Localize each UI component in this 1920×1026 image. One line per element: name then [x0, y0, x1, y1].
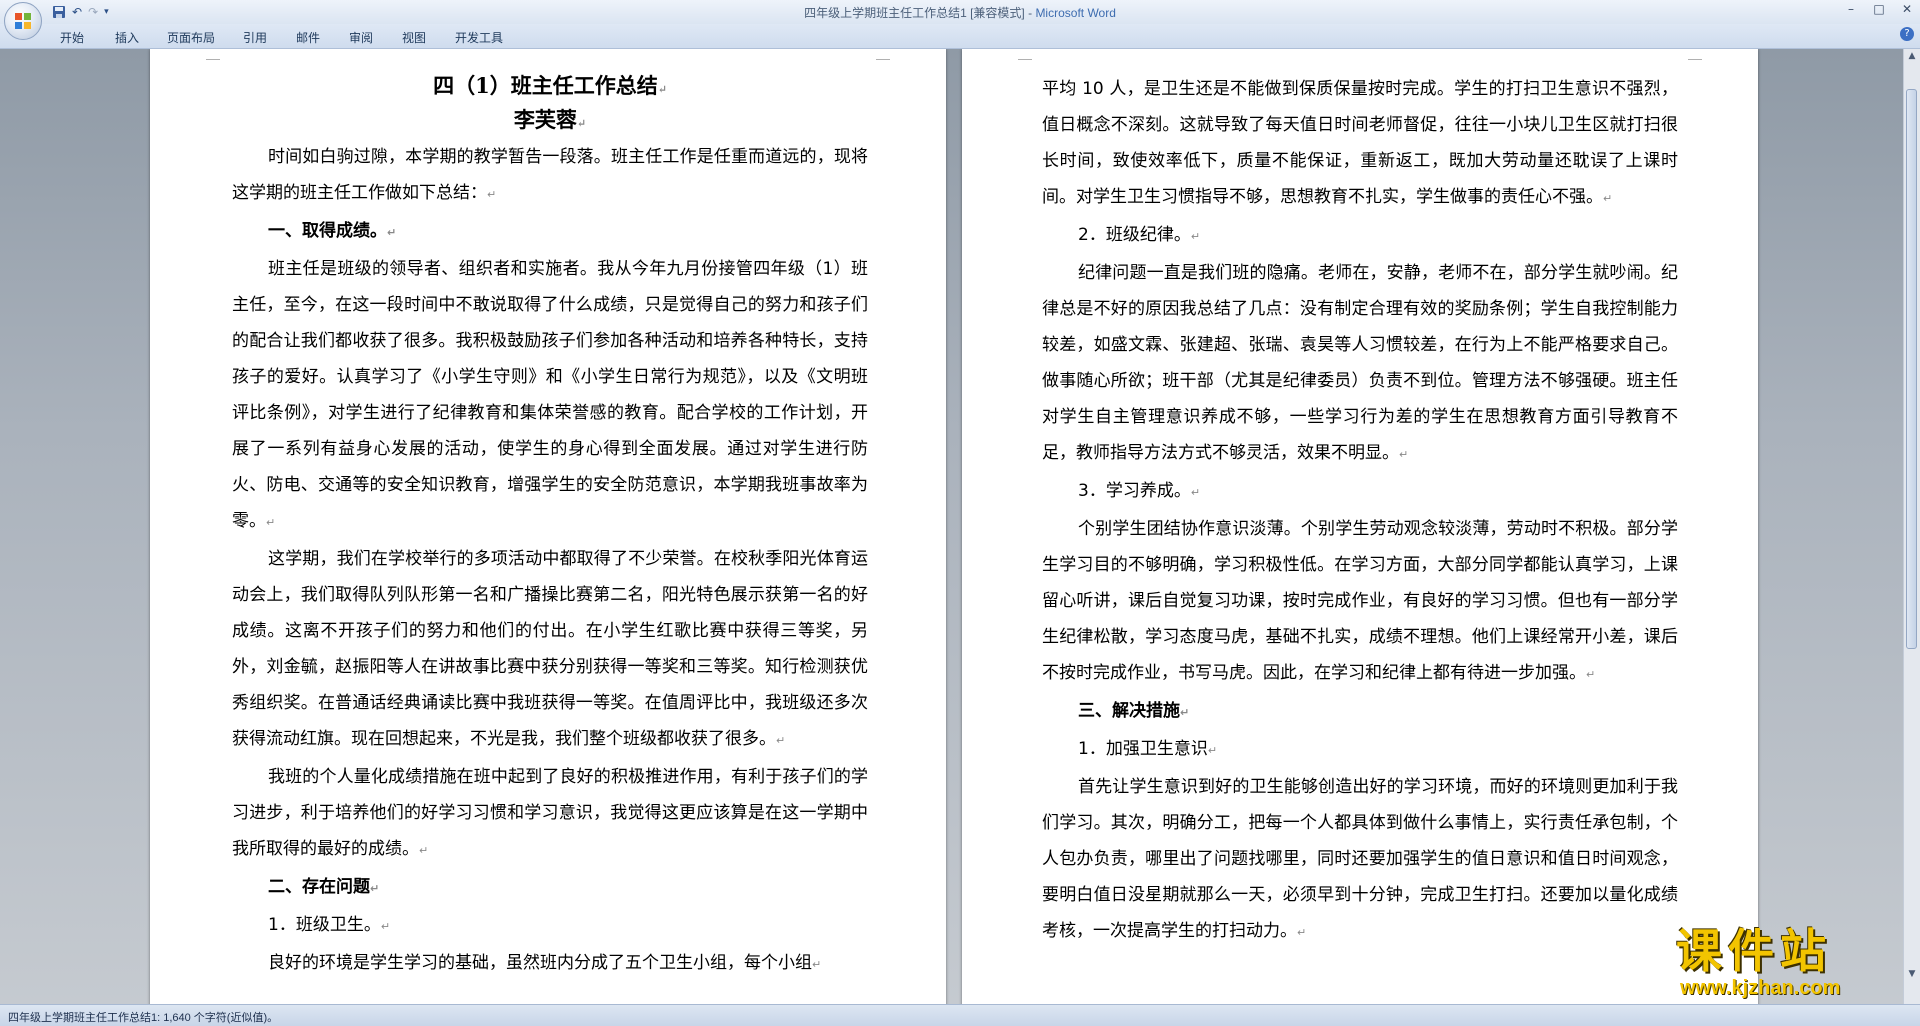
tab-references[interactable]: 引用 [243, 29, 267, 46]
status-bar: 四年级上学期班主任工作总结1: 1,640 个字符(近似值)。 [0, 1004, 1920, 1026]
left-page-paragraphs: 时间如白驹过隙，本学期的教学暂告一段落。班主任工作是任重而道远的，现将这学期的班… [232, 139, 868, 983]
paragraph-text: 三、解决措施 [1078, 701, 1180, 721]
paragraph-text: 一、取得成绩。 [268, 221, 387, 241]
paragraph: 班主任是班级的领导者、组织者和实施者。我从今年九月份接管四年级（1）班主任，至今… [232, 251, 868, 541]
paragraph-text: 1．加强卫生意识 [1078, 739, 1208, 759]
app-name: Microsoft Word [1035, 6, 1116, 20]
paragraph-text: 班主任是班级的领导者、组织者和实施者。我从今年九月份接管四年级（1）班主任，至今… [232, 259, 868, 531]
paragraph-text: 良好的环境是学生学习的基础，虽然班内分成了五个卫生小组，每个小组 [268, 953, 812, 973]
paragraph-text: 首先让学生意识到好的卫生能够创造出好的学习环境，而好的环境则更加利于我们学习。其… [1042, 777, 1678, 941]
paragraph-text: 2．班级纪律。 [1078, 225, 1191, 245]
paragraph: 这学期，我们在学校举行的多项活动中都取得了不少荣誉。在校秋季阳光体育运动会上，我… [232, 541, 868, 759]
title-bar: ↶ ↷ ▾ 四年级上学期班主任工作总结1 [兼容模式] - Microsoft … [0, 0, 1920, 40]
paragraph-mark-icon: ↵ [812, 958, 822, 971]
section-heading: 三、解决措施↵ [1042, 693, 1678, 731]
office-button[interactable] [4, 2, 42, 40]
left-page-content[interactable]: 四（1）班主任工作总结↵ 李芙蓉↵ 时间如白驹过隙，本学期的教学暂告一段落。班主… [232, 71, 868, 983]
paragraph-mark-icon: ↵ [387, 226, 397, 239]
paragraph-text: 我班的个人量化成绩措施在班中起到了良好的积极推进作用，有利于孩子们的学习进步，利… [232, 767, 868, 859]
page-left[interactable]: 四（1）班主任工作总结↵ 李芙蓉↵ 时间如白驹过隙，本学期的教学暂告一段落。班主… [150, 49, 946, 1004]
paragraph-mark-icon: ↵ [1603, 192, 1613, 205]
tab-mailings[interactable]: 邮件 [296, 29, 320, 46]
section-heading: 1．班级卫生。↵ [232, 907, 868, 945]
tab-review[interactable]: 审阅 [349, 29, 373, 46]
right-page-paragraphs: 平均 10 人，是卫生还是不能做到保质保量按时完成。学生的打扫卫生意识不强烈，值… [1042, 71, 1678, 951]
section-heading: 2．班级纪律。↵ [1042, 217, 1678, 255]
document-title-heading: 四（1）班主任工作总结↵ [433, 73, 667, 98]
tab-insert[interactable]: 插入 [115, 29, 139, 46]
document-area[interactable]: 四（1）班主任工作总结↵ 李芙蓉↵ 时间如白驹过隙，本学期的教学暂告一段落。班主… [0, 49, 1904, 1004]
paragraph-mark-icon: ↵ [266, 516, 276, 529]
paragraph-mark-icon: ↵ [1190, 230, 1201, 243]
paragraph: 平均 10 人，是卫生还是不能做到保质保量按时完成。学生的打扫卫生意识不强烈，值… [1042, 71, 1678, 217]
paragraph-text: 3．学习养成。 [1078, 481, 1191, 501]
paragraph: 首先让学生意识到好的卫生能够创造出好的学习环境，而好的环境则更加利于我们学习。其… [1042, 769, 1678, 951]
paragraph-mark-icon: ↵ [487, 188, 497, 201]
window-title: 四年级上学期班主任工作总结1 [兼容模式] - Microsoft Word [0, 4, 1920, 21]
close-button[interactable]: ✕ [1900, 2, 1914, 16]
scrollbar-thumb[interactable] [1906, 89, 1917, 649]
paragraph-mark-icon: ↵ [380, 920, 391, 933]
paragraph-text: 二、存在问题 [268, 877, 370, 897]
paragraph-text: 时间如白驹过隙，本学期的教学暂告一段落。班主任工作是任重而道远的，现将这学期的班… [232, 147, 868, 203]
paragraph-mark-icon: ↵ [1586, 668, 1596, 681]
tab-home[interactable]: 开始 [60, 29, 84, 46]
page-right[interactable]: 平均 10 人，是卫生还是不能做到保质保量按时完成。学生的打扫卫生意识不强烈，值… [962, 49, 1758, 1004]
scroll-up-arrow-icon[interactable]: ▲ [1906, 51, 1918, 63]
section-heading: 3．学习养成。↵ [1042, 473, 1678, 511]
minimize-button[interactable]: – [1844, 2, 1858, 16]
paragraph-mark-icon: ↵ [776, 734, 786, 747]
document-author: 李芙蓉↵ [513, 107, 587, 132]
paragraph-mark-icon: ↵ [370, 882, 380, 895]
section-heading: 一、取得成绩。↵ [232, 213, 868, 251]
paragraph-text: 这学期，我们在学校举行的多项活动中都取得了不少荣誉。在校秋季阳光体育运动会上，我… [232, 549, 868, 749]
paragraph-text: 1．班级卫生。 [268, 915, 381, 935]
paragraph: 时间如白驹过隙，本学期的教学暂告一段落。班主任工作是任重而道远的，现将这学期的班… [232, 139, 868, 213]
tab-page-layout[interactable]: 页面布局 [167, 29, 215, 46]
paragraph-text: 平均 10 人，是卫生还是不能做到保质保量按时完成。学生的打扫卫生意识不强烈，值… [1042, 79, 1678, 207]
watermark-logo: 课件站 www.kjzhan.com [1668, 925, 1920, 1005]
word-count-status[interactable]: 四年级上学期班主任工作总结1: 1,640 个字符(近似值)。 [8, 1009, 278, 1025]
paragraph-mark-icon: ↵ [1297, 926, 1307, 939]
paragraph-text: 个别学生团结协作意识淡薄。个别学生劳动观念较淡薄，劳动时不积极。部分学生学习目的… [1042, 519, 1678, 683]
right-page-content[interactable]: 平均 10 人，是卫生还是不能做到保质保量按时完成。学生的打扫卫生意识不强烈，值… [1042, 71, 1678, 951]
section-heading: 1．加强卫生意识↵ [1042, 731, 1678, 769]
paragraph-mark-icon: ↵ [419, 844, 429, 857]
paragraph: 良好的环境是学生学习的基础，虽然班内分成了五个卫生小组，每个小组↵ [232, 945, 868, 983]
paragraph-mark-icon: ↵ [1207, 744, 1218, 757]
maximize-button[interactable]: □ [1872, 2, 1886, 16]
watermark-chinese-text: 课件站 [1676, 924, 1832, 978]
tab-developer[interactable]: 开发工具 [455, 29, 503, 46]
tab-view[interactable]: 视图 [402, 29, 426, 46]
paragraph: 个别学生团结协作意识淡薄。个别学生劳动观念较淡薄，劳动时不积极。部分学生学习目的… [1042, 511, 1678, 693]
paragraph-mark-icon: ↵ [1399, 448, 1409, 461]
paragraph: 纪律问题一直是我们班的隐痛。老师在，安静，老师不在，部分学生就吵闹。纪律总是不好… [1042, 255, 1678, 473]
section-heading: 二、存在问题↵ [232, 869, 868, 907]
paragraph: 我班的个人量化成绩措施在班中起到了良好的积极推进作用，有利于孩子们的学习进步，利… [232, 759, 868, 869]
paragraph-mark-icon: ↵ [1180, 706, 1190, 719]
help-icon[interactable]: ? [1900, 27, 1914, 41]
paragraph-mark-icon: ↵ [1190, 486, 1201, 499]
vertical-scrollbar[interactable]: ▲ ▼ [1903, 49, 1920, 1004]
paragraph-text: 纪律问题一直是我们班的隐痛。老师在，安静，老师不在，部分学生就吵闹。纪律总是不好… [1042, 263, 1678, 463]
ribbon-tabs: 开始 插入 页面布局 引用 邮件 审阅 视图 开发工具 ? [0, 24, 1920, 49]
document-title: 四年级上学期班主任工作总结1 [兼容模式] - [804, 6, 1036, 20]
watermark-url: www.kjzhan.com [1680, 977, 1841, 999]
window-controls: – □ ✕ [1844, 2, 1914, 16]
office-logo-icon [15, 13, 31, 29]
